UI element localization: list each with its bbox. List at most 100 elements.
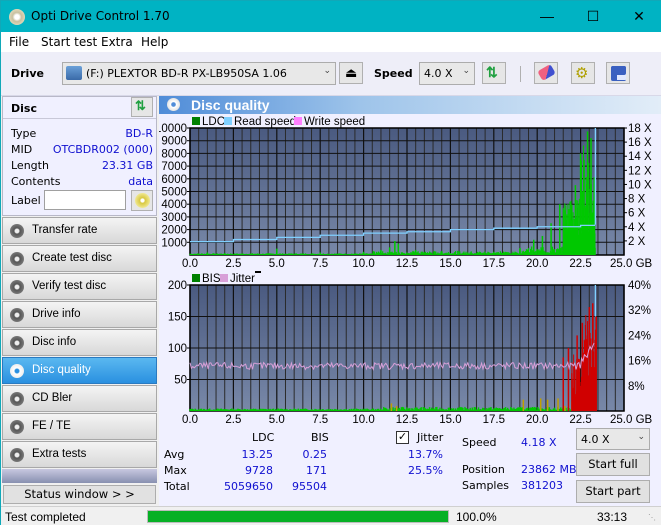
disc-refresh-button[interactable]: ⇅ [131,97,153,117]
y2-tick-label: 14 X [628,151,652,163]
y2-tick-label: 18 X [628,123,652,135]
y2-tick-label: 16 X [628,137,652,149]
nav-create-test-disc[interactable]: Create test disc [2,245,157,272]
y-tick-label: 100 [168,343,187,355]
minimize-icon: — [540,8,554,24]
disc-mid-label: MID [11,143,33,156]
position-value: 23862 MB [521,463,577,476]
disc-type-value: BD-R [125,127,153,140]
erase-button[interactable] [534,62,558,84]
y2-tick-label: 2 X [628,236,646,248]
fe-te-icon [10,420,24,434]
avg-label: Avg [164,448,185,461]
menu-start-test[interactable]: Start test [41,35,97,49]
eject-button[interactable]: ⏏ [339,62,363,84]
legend-jitter-label: Jitter [230,273,255,285]
col-bis-header: BIS [311,431,329,444]
legend-ldc-swatch [192,117,200,125]
x-tick-label: 22.5 [569,414,591,426]
app-disc-icon [9,9,25,25]
speed-label: Speed [374,67,413,80]
test-speed-select[interactable]: 4.0 X ⌄ [576,428,650,450]
menu-extra[interactable]: Extra [101,35,133,49]
save-icon [611,66,626,81]
nav-transfer-rate[interactable]: Transfer rate [2,217,157,244]
y2-tick-label: 8% [628,381,645,393]
nav-cd-bler[interactable]: CD Bler [2,385,157,412]
nav-verify-test-disc[interactable]: Verify test disc [2,273,157,300]
save-button[interactable] [606,62,630,84]
total-ldc: 5059650 [224,480,273,493]
chevron-down-icon: ⌄ [637,432,645,442]
max-label: Max [164,464,187,477]
disc-label-label: Label [11,194,41,207]
y-tick-label: 150 [168,312,187,324]
disc-label-input[interactable] [44,190,126,210]
y2-tick-label: 32% [628,305,651,317]
y2-tick-label: 4 X [628,222,646,234]
window-title: Opti Drive Control 1.70 [31,9,170,23]
status-bar: Test completed 100.0% 33:13 ⋱ [1,506,661,525]
status-text: Test completed [5,510,86,524]
disc-header: Disc [11,102,37,115]
disc-length-value: 23.31 GB [101,159,153,172]
disc-contents-value: data [128,175,153,188]
extra-tests-icon [10,448,24,462]
y2-tick-label: 40% [628,280,651,292]
y-tick-label: 5000 [161,187,187,199]
speed-stat-label: Speed [462,436,497,449]
elapsed-time: 33:13 [597,510,628,524]
nav-extra-tests[interactable]: Extra tests [2,441,157,468]
menu-bar: File Start test Extra Help [1,32,661,52]
avg-ldc: 13.25 [241,448,274,461]
y2-tick-label: 6 X [628,208,646,220]
minimize-button[interactable]: — [524,1,570,32]
chevron-down-icon: ⌄ [462,66,470,76]
maximize-icon: ☐ [586,8,600,24]
disc-quality-icon [10,364,24,378]
resize-grip-icon[interactable]: ⋱ [648,513,656,522]
nav-fe-te[interactable]: FE / TE [2,413,157,440]
drive-info-icon [10,308,24,322]
x-tick-label: 25.0 GB [610,414,653,426]
maximize-button[interactable]: ☐ [570,1,616,32]
disc-contents-row: Contents data [11,175,153,188]
x-tick-label: 5.0 [269,414,285,426]
close-button[interactable]: ✕ [616,1,661,32]
x-tick-label: 7.5 [312,414,328,426]
speed-value: 4.0 X [424,67,453,80]
y2-tick-label: 10 X [628,179,652,191]
legend-bis-label: BIS [202,273,221,285]
x-tick-label: 20.0 [526,414,548,426]
menu-file[interactable]: File [9,35,29,49]
nav-disc-info[interactable]: Disc info [2,329,157,356]
disc-length-row: Length 23.31 GB [11,159,153,172]
y2-tick-label: 16% [628,356,651,368]
refresh-icon: ⇅ [486,64,498,80]
disc-label-apply-button[interactable] [131,190,153,211]
settings-button[interactable]: ⚙ [571,62,595,84]
y-tick-label: 4000 [161,199,187,211]
disc-length-label: Length [11,159,49,172]
start-part-button[interactable]: Start part [576,480,650,503]
status-window-button[interactable]: Status window > > [3,485,156,504]
jitter-checkbox[interactable]: ✓ [396,431,409,444]
progress-bar [147,510,449,523]
drive-select[interactable]: (F:) PLEXTOR BD-R PX-LB950SA 1.06 ⌄ [62,62,336,85]
menu-help[interactable]: Help [141,35,168,49]
y-tick-label: 9000 [161,136,187,148]
refresh-icon: ⇅ [135,98,146,113]
legend-write-speed-label: Write speed [304,116,365,128]
nav-disc-quality[interactable]: Disc quality [2,357,157,384]
y-tick-label: 7000 [161,161,187,173]
nav-drive-info[interactable]: Drive info [2,301,157,328]
y-tick-label: 3000 [161,212,187,224]
erase-icon [537,63,556,82]
refresh-button[interactable]: ⇅ [482,62,506,84]
x-tick-label: 17.5 [483,414,505,426]
speed-select[interactable]: 4.0 X ⌄ [419,62,475,85]
legend-write-speed-swatch [294,117,302,125]
col-ldc-header: LDC [252,431,275,444]
start-full-button[interactable]: Start full [576,453,650,476]
panel-title: Disc quality [191,97,270,113]
